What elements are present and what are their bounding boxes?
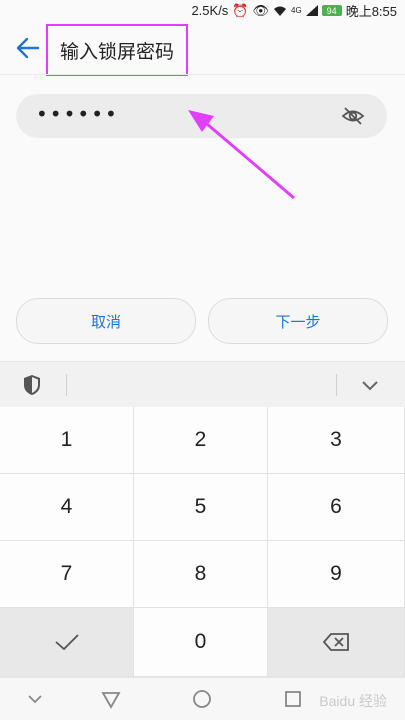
key-4[interactable]: 4 [0, 474, 134, 541]
hide-password-icon[interactable] [341, 104, 365, 128]
key-6[interactable]: 6 [268, 474, 405, 541]
page-title: 输入锁屏密码 [60, 42, 175, 63]
confirm-key[interactable] [0, 608, 134, 677]
back-arrow-icon[interactable] [14, 34, 42, 62]
battery-icon: 94 [321, 5, 342, 16]
alarm-icon: ⏰ [232, 2, 249, 18]
security-shield-icon [24, 375, 40, 395]
recents-square-icon[interactable] [282, 688, 304, 710]
key-9[interactable]: 9 [268, 541, 405, 608]
key-2[interactable]: 2 [134, 407, 268, 474]
key-5[interactable]: 5 [134, 474, 268, 541]
toolbar-divider [66, 374, 67, 396]
password-input[interactable]: •••••• [16, 94, 387, 138]
back-triangle-icon[interactable] [100, 688, 122, 710]
header-divider [0, 74, 405, 75]
backspace-icon [322, 633, 349, 651]
key-1[interactable]: 1 [0, 407, 134, 474]
backspace-key[interactable] [268, 608, 405, 677]
checkmark-icon [54, 634, 79, 651]
toolbar-divider [336, 374, 337, 396]
status-bar: 2.5K/s ⏰ 👁 4G 94 晚上8:55 [0, 0, 405, 19]
wifi-icon [274, 6, 287, 16]
key-0[interactable]: 0 [134, 608, 268, 677]
home-circle-icon[interactable] [191, 688, 213, 710]
signal-label: 4G [291, 6, 302, 15]
eye-comfort-icon: 👁 [252, 2, 270, 18]
key-3[interactable]: 3 [268, 407, 405, 474]
hide-nav-icon[interactable] [24, 688, 46, 710]
key-7[interactable]: 7 [0, 541, 134, 608]
collapse-keyboard-icon[interactable] [360, 376, 380, 394]
key-8[interactable]: 8 [134, 541, 268, 608]
watermark-text: Baidu 经验 [319, 693, 387, 709]
numeric-keypad: 1 2 3 4 5 6 7 8 9 0 [0, 407, 405, 677]
cancel-button[interactable]: 取消 [16, 298, 196, 344]
next-step-button[interactable]: 下一步 [208, 298, 388, 344]
header: 输入锁屏密码 [0, 18, 405, 76]
keyboard-toolbar [0, 361, 405, 408]
signal-icon [305, 5, 318, 16]
network-speed: 2.5K/s [191, 3, 229, 18]
password-value: •••••• [36, 102, 119, 126]
